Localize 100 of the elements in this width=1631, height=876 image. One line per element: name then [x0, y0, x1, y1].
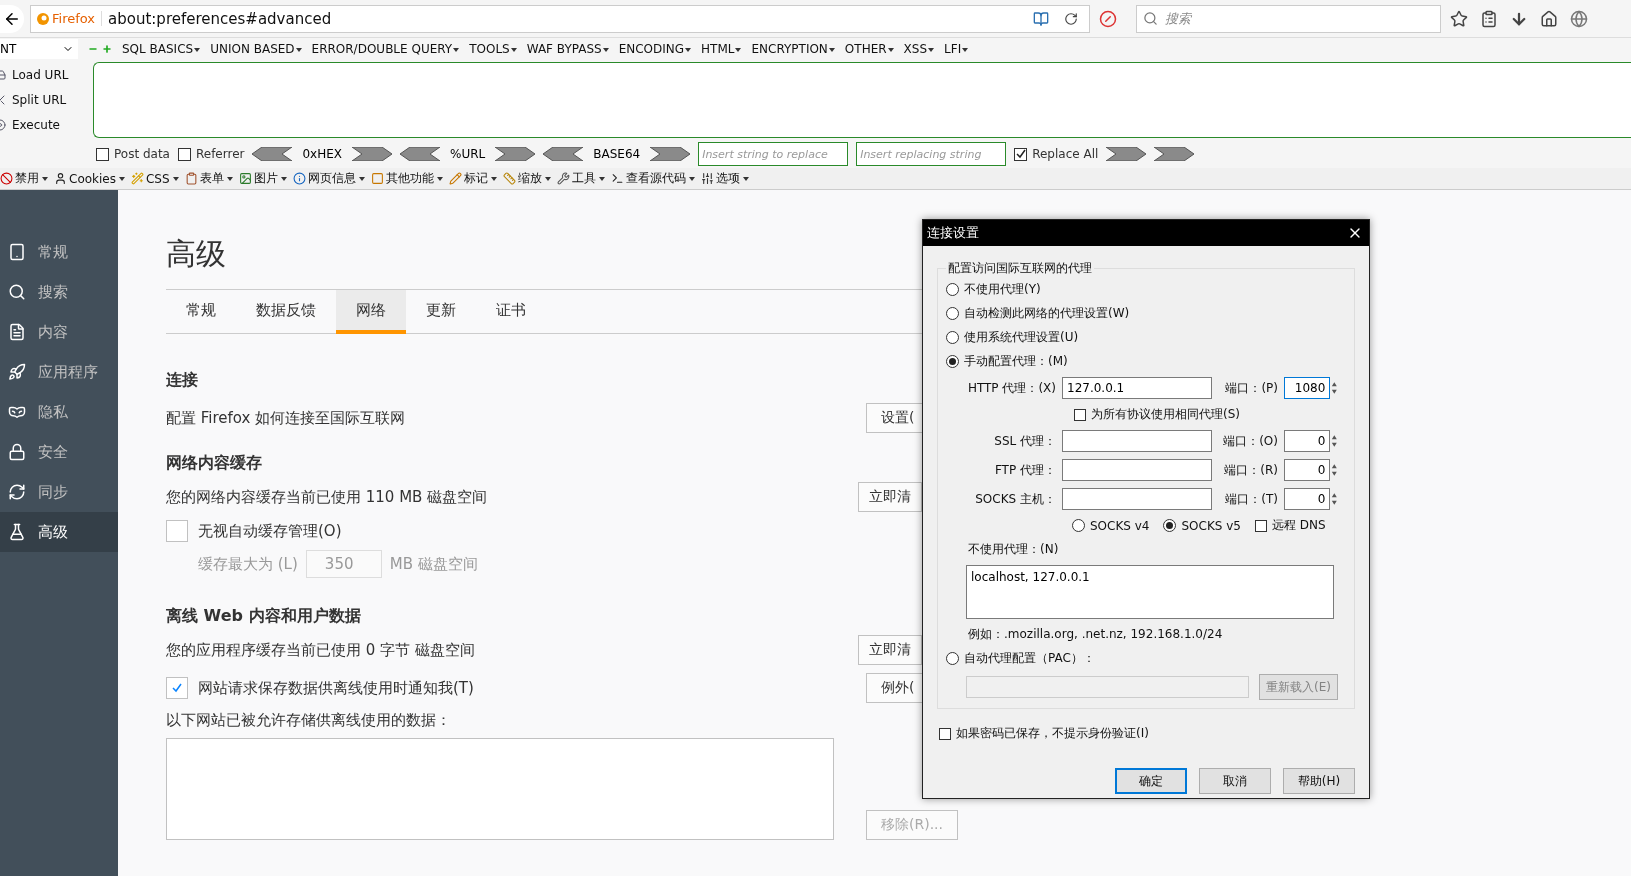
- plus-icon[interactable]: [102, 44, 112, 54]
- menu-item[interactable]: SQL BASICS: [122, 42, 201, 56]
- menu-item[interactable]: LFI: [944, 42, 969, 56]
- proxy-host-field[interactable]: 127.0.0.1: [1062, 377, 1212, 399]
- left-arrow-icon[interactable]: [400, 147, 440, 161]
- url-field[interactable]: Firefox about:preferences#advanced: [30, 4, 1090, 33]
- radio-button[interactable]: [946, 331, 959, 344]
- menu-item[interactable]: HTML: [701, 42, 742, 56]
- radio-button[interactable]: [946, 283, 959, 296]
- right-arrow-icon[interactable]: [495, 147, 536, 161]
- sidebar-item[interactable]: 内容: [0, 312, 118, 352]
- dialog-title: 连接设置: [927, 224, 979, 242]
- toolbar-menu[interactable]: 禁用: [0, 170, 48, 187]
- menu-item[interactable]: TOOLS: [469, 42, 517, 56]
- radio-button[interactable]: [946, 355, 959, 368]
- menu-item[interactable]: XSS: [903, 42, 935, 56]
- dialog-button[interactable]: 确定: [1115, 768, 1187, 794]
- toolbar-menu[interactable]: 缩放: [502, 170, 551, 187]
- dialog-button[interactable]: 帮助(H): [1283, 768, 1355, 794]
- menu-item[interactable]: OTHER: [844, 42, 894, 56]
- proxy-host-field[interactable]: [1062, 459, 1212, 481]
- field-label: FTP 代理：: [993, 461, 1056, 479]
- proxy-host-field[interactable]: [1062, 488, 1212, 510]
- clear-button[interactable]: 立即清: [858, 482, 922, 512]
- sidebar-item[interactable]: 高级: [0, 512, 118, 552]
- toolbar-menu[interactable]: Cookies: [54, 171, 125, 186]
- left-arrow-icon[interactable]: [252, 147, 293, 161]
- right-arrow-icon[interactable]: [650, 147, 691, 161]
- checkbox[interactable]: [96, 147, 109, 161]
- terminal-icon: [610, 172, 624, 185]
- encoder-label: %URL: [449, 147, 487, 161]
- toolbar-menu[interactable]: 其他功能: [370, 170, 443, 187]
- toolbar-menu[interactable]: 表单: [184, 170, 233, 187]
- toolbar-menu[interactable]: 标记: [448, 170, 497, 187]
- identity-label[interactable]: Firefox: [37, 11, 103, 26]
- right-arrow-icon[interactable]: [352, 147, 392, 161]
- tab[interactable]: 常规: [166, 290, 236, 334]
- search-field[interactable]: 搜索: [1136, 4, 1441, 33]
- proxy-host-field[interactable]: [1062, 430, 1212, 452]
- radio-button[interactable]: [946, 307, 959, 320]
- action-button[interactable]: Load URL: [0, 67, 93, 82]
- field-label: HTTP 代理：(X): [966, 379, 1056, 397]
- tab[interactable]: 数据反馈: [236, 290, 336, 334]
- port-field[interactable]: 1080: [1284, 377, 1331, 399]
- caret-icon: [685, 47, 692, 52]
- toolbar-menu[interactable]: 查看源代码: [610, 170, 695, 187]
- dropdown[interactable]: NT: [0, 39, 78, 59]
- port-field[interactable]: 0: [1284, 430, 1331, 452]
- menu-item[interactable]: WAF BYPASS: [526, 42, 609, 56]
- field-label: 不使用代理：(N): [967, 541, 1060, 558]
- sidebar-item[interactable]: 安全: [0, 432, 118, 472]
- port-field[interactable]: 0: [1284, 488, 1331, 510]
- ban-icon: [0, 172, 13, 185]
- url-input-area[interactable]: [93, 62, 1631, 138]
- tab[interactable]: 更新: [406, 290, 476, 334]
- back-button[interactable]: [0, 4, 24, 33]
- toolbar-menu[interactable]: CSS: [131, 171, 179, 186]
- radio-button[interactable]: [946, 652, 959, 665]
- tab[interactable]: 网络: [336, 290, 406, 334]
- sidebar-item[interactable]: 应用程序: [0, 352, 118, 392]
- field-label: 端口：(T): [1224, 490, 1278, 508]
- clear-button[interactable]: 立即清: [858, 635, 922, 665]
- left-arrow-icon[interactable]: [543, 147, 584, 161]
- menu-item[interactable]: UNION BASED: [210, 42, 302, 56]
- caret-icon: [42, 176, 48, 181]
- flask-icon: [8, 523, 26, 541]
- right-arrow-icon[interactable]: [1154, 147, 1195, 161]
- field-label: 缓存最大为 (L): [198, 554, 298, 574]
- menu-item[interactable]: ENCRYPTION: [751, 42, 835, 56]
- replace-field[interactable]: Insert replacing string: [856, 142, 1007, 166]
- checkbox[interactable]: [939, 727, 951, 740]
- toolbar-menu[interactable]: 选项: [700, 170, 749, 187]
- radio-label: 手动配置代理：(M): [964, 353, 1068, 370]
- sidebar-item[interactable]: 常规: [0, 232, 118, 272]
- dialog-button[interactable]: 取消: [1199, 768, 1271, 794]
- browser-logo-icon: [37, 12, 49, 25]
- checkbox[interactable]: [1254, 519, 1267, 532]
- example-text: 例如：.mozilla.org, .net.nz, 192.168.1.0/24: [967, 626, 1224, 643]
- radio-button[interactable]: [1072, 519, 1085, 532]
- action-button[interactable]: Split URL: [0, 93, 93, 107]
- sidebar-item[interactable]: 搜索: [0, 272, 118, 312]
- menu-item[interactable]: ENCODING: [618, 42, 692, 56]
- menu-item[interactable]: ERROR/DOUBLE QUERY: [311, 42, 460, 56]
- sidebar-item[interactable]: 隐私: [0, 392, 118, 432]
- checkbox[interactable]: [1014, 147, 1028, 161]
- caret-icon: [828, 47, 835, 52]
- radio-button[interactable]: [1163, 519, 1177, 532]
- caret-icon: [962, 47, 969, 52]
- no-proxy-field[interactable]: localhost, 127.0.0.1: [966, 565, 1334, 619]
- action-button[interactable]: Execute: [0, 118, 93, 133]
- toolbar-menu[interactable]: 图片: [238, 170, 287, 187]
- checkbox[interactable]: [1074, 408, 1086, 421]
- tab[interactable]: 证书: [476, 290, 546, 334]
- toolbar-menu[interactable]: 网页信息: [292, 170, 365, 187]
- replace-field[interactable]: Insert string to replace: [698, 142, 849, 166]
- sidebar-item[interactable]: 同步: [0, 472, 118, 512]
- toolbar-menu[interactable]: 工具: [556, 170, 605, 187]
- port-field[interactable]: 0: [1284, 459, 1331, 481]
- checkbox[interactable]: [177, 147, 191, 161]
- right-arrow-icon[interactable]: [1106, 147, 1147, 161]
